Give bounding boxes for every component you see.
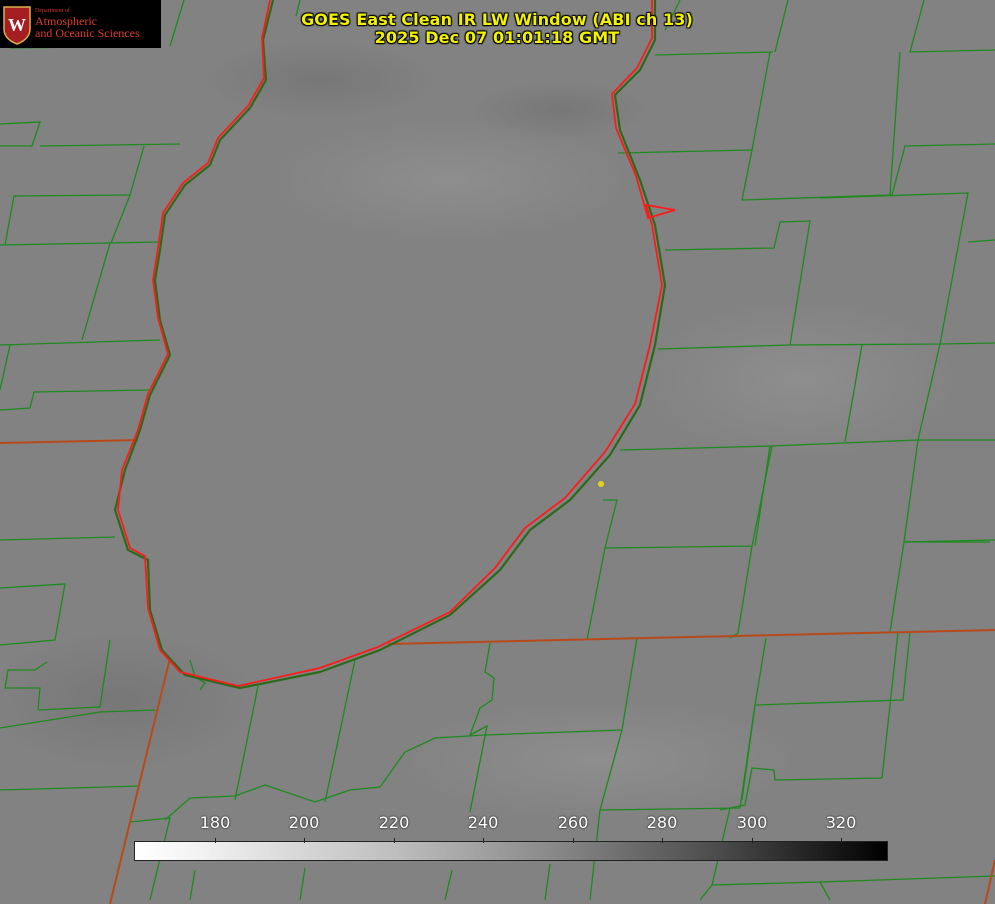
cloud-texture [200, 40, 440, 120]
colorbar-tick-label: 280 [646, 813, 678, 832]
colorbar-tick [394, 838, 395, 843]
colorbar-tick [304, 838, 305, 843]
colorbar-tick [573, 838, 574, 843]
title-timestamp: 2025 Dec 07 01:01:18 GMT [374, 28, 620, 47]
cloud-texture [270, 120, 630, 240]
location-marker [598, 481, 604, 487]
cloud-texture [640, 300, 960, 460]
uw-aos-logo: W Department of Atmospheric and Oceanic … [0, 0, 161, 48]
colorbar-tick-label: 180 [199, 813, 231, 832]
colorbar-tick [841, 838, 842, 843]
colorbar-tick-label: 320 [825, 813, 857, 832]
colorbar-tick-label: 220 [378, 813, 410, 832]
cloud-texture [400, 700, 800, 820]
colorbar-tick [483, 838, 484, 843]
colorbar-tick [662, 838, 663, 843]
temperature-colorbar [134, 838, 888, 861]
colorbar-tick-label: 260 [557, 813, 589, 832]
ir-satellite-map [0, 0, 995, 904]
colorbar-tick-labels: 180 200 220 240 260 280 300 320 [0, 813, 995, 835]
colorbar-tick [752, 838, 753, 843]
crest-letter: W [8, 15, 26, 35]
title-product: GOES East Clean IR LW Window (ABI ch 13) [301, 10, 693, 29]
satellite-image-view: W Department of Atmospheric and Oceanic … [0, 0, 995, 904]
colorbar-tick-label: 300 [736, 813, 768, 832]
colorbar-tick [215, 838, 216, 843]
uw-crest-icon: W [3, 6, 31, 45]
image-title: GOES East Clean IR LW Window (ABI ch 13)… [247, 11, 747, 47]
colorbar-tick-label: 240 [467, 813, 499, 832]
colorbar-tick-label: 200 [288, 813, 320, 832]
logo-line2: and Oceanic Sciences [35, 26, 140, 40]
